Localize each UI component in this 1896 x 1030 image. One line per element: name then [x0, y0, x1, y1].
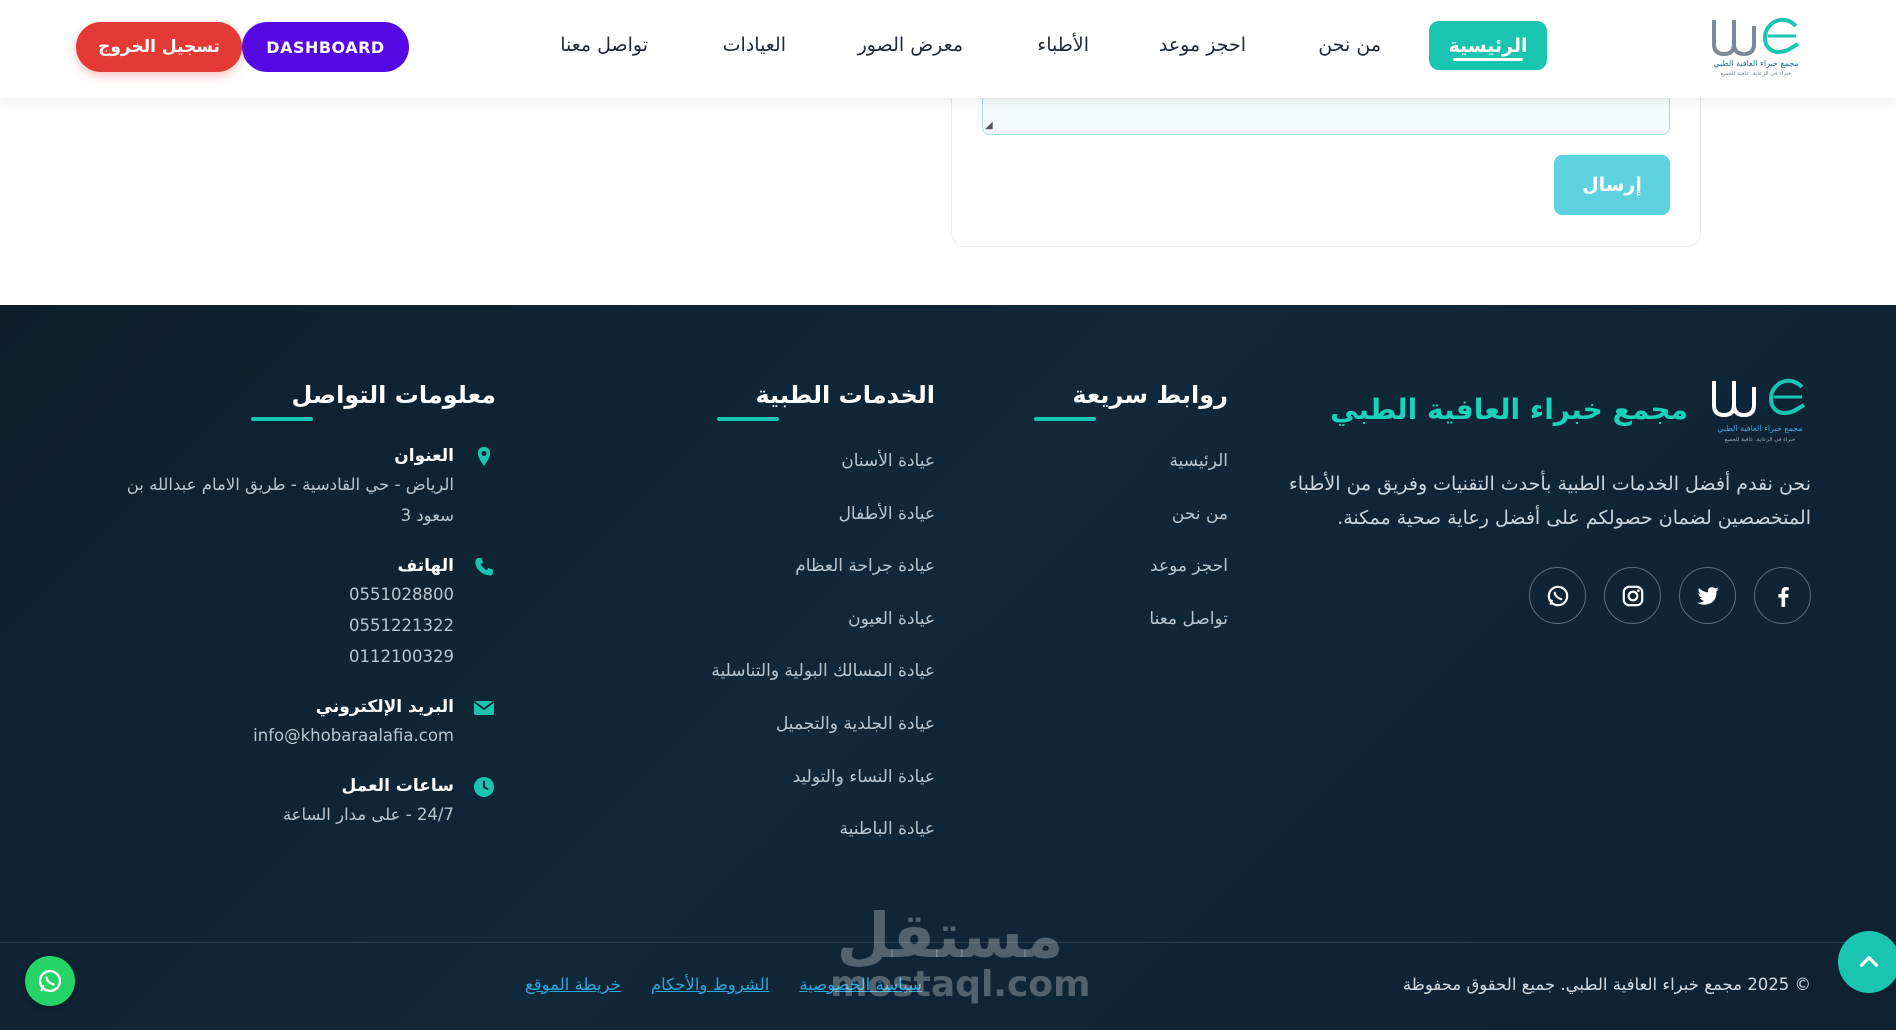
logo-tagline: خبراء في الرعاية، عافية للجميع — [1721, 71, 1792, 77]
contact-phone: الهاتف 0551028800 0551221322 0112100329 — [116, 553, 496, 672]
contact-email: البريد الإلكتروني info@khobaraalafia.com — [116, 694, 496, 751]
footer-link-booking[interactable]: احجز موعد — [1149, 553, 1228, 606]
phone-number[interactable]: 0551221322 — [116, 610, 454, 641]
footer-logo-name: مجمع خبراء العافية الطبي — [1717, 424, 1803, 433]
service-ophthalmology[interactable]: عيادة العيون — [711, 606, 935, 659]
quick-links-underline — [1034, 417, 1096, 421]
watermark: مستقل mostaql.com — [830, 899, 1091, 1005]
service-urology[interactable]: عيادة المسالك البولية والتناسلية — [711, 658, 935, 711]
hours-label: ساعات العمل — [341, 776, 454, 796]
email-value[interactable]: info@khobaraalafia.com — [116, 720, 454, 751]
footer-description: نحن نقدم أفضل الخدمات الطبية بأحدث التقن… — [1288, 473, 1811, 529]
nav-booking[interactable]: احجز موعد — [1159, 34, 1246, 56]
nav-home[interactable]: الرئيسية — [1429, 21, 1547, 70]
logo-name: مجمع خبراء العافية الطبي — [1713, 59, 1799, 68]
nav-doctors[interactable]: الأطباء — [1037, 34, 1089, 56]
whatsapp-icon[interactable] — [1529, 567, 1586, 624]
phone-number[interactable]: 0112100329 — [116, 641, 454, 672]
footer-logo[interactable]: مجمع خبراء العافية الطبي خبراء في الرعاي… — [1706, 375, 1814, 445]
watermark-arabic: مستقل — [836, 899, 1064, 972]
footer-link-about[interactable]: من نحن — [1149, 501, 1228, 554]
phone-icon — [475, 558, 493, 576]
service-dental[interactable]: عيادة الأسنان — [711, 448, 935, 501]
scroll-to-top-button[interactable] — [1838, 931, 1896, 993]
sitemap-link[interactable]: خريطة الموقع — [525, 975, 621, 994]
location-pin-icon — [478, 447, 490, 466]
services-underline — [717, 417, 779, 421]
nav-about[interactable]: من نحن — [1318, 34, 1381, 56]
submit-button[interactable]: إرسال — [1554, 155, 1670, 215]
site-logo[interactable]: مجمع خبراء العافية الطبي خبراء في الرعاي… — [1706, 14, 1806, 80]
twitter-icon[interactable] — [1679, 567, 1736, 624]
contact-info-title: معلومات التواصل — [291, 381, 496, 409]
service-internal-medicine[interactable]: عيادة الباطنية — [711, 816, 935, 869]
footer-link-contact[interactable]: تواصل معنا — [1149, 606, 1228, 659]
footer-logo-tagline: خبراء في الرعاية، عافية للجميع — [1725, 437, 1796, 443]
watermark-latin: mostaql.com — [830, 964, 1091, 1005]
instagram-icon[interactable] — [1604, 567, 1661, 624]
nav-clinics[interactable]: العيادات — [723, 34, 786, 56]
contact-info-underline — [251, 417, 313, 421]
footer-link-home[interactable]: الرئيسية — [1149, 448, 1228, 501]
logout-button[interactable]: تسجيل الخروج — [76, 22, 242, 72]
hours-value: 24/7 - على مدار الساعة — [282, 805, 454, 824]
envelope-icon — [473, 701, 495, 715]
address-value: الرياض - حي القادسية - طريق الامام عبدال… — [126, 475, 454, 525]
resize-handle-icon[interactable]: ◢ — [985, 120, 993, 131]
service-dermatology[interactable]: عيادة الجلدية والتجميل — [711, 711, 935, 764]
services-list: عيادة الأسنان عيادة الأطفال عيادة جراحة … — [711, 448, 935, 869]
nav-gallery[interactable]: معرض الصور — [858, 34, 963, 56]
dashboard-button[interactable]: DASHBOARD — [242, 22, 409, 72]
chevron-up-icon — [1859, 956, 1879, 967]
footer-brand-name: مجمع خبراء العافية الطبي — [1330, 393, 1688, 426]
whatsapp-icon — [38, 969, 62, 993]
services-title: الخدمات الطبية — [755, 381, 935, 409]
terms-link[interactable]: الشروط والأحكام — [651, 975, 769, 994]
phone-number[interactable]: 0551028800 — [116, 579, 454, 610]
address-label: العنوان — [394, 446, 454, 466]
top-navbar: مجمع خبراء العافية الطبي خبراء في الرعاي… — [0, 0, 1896, 98]
clock-icon — [474, 777, 494, 797]
contact-hours: ساعات العمل 24/7 - على مدار الساعة — [116, 773, 496, 830]
service-gynecology[interactable]: عيادة النساء والتوليد — [711, 764, 935, 817]
service-pediatrics[interactable]: عيادة الأطفال — [711, 501, 935, 554]
copyright-text: © 2025 مجمع خبراء العافية الطبي. جميع ال… — [1402, 975, 1811, 994]
quick-links-title: روابط سريعة — [1072, 381, 1228, 409]
contact-info: العنوان الرياض - حي القادسية - طريق الام… — [116, 443, 496, 852]
nav-contact[interactable]: تواصل معنا — [560, 34, 648, 56]
contact-address: العنوان الرياض - حي القادسية - طريق الام… — [116, 443, 496, 531]
quick-links-list: الرئيسية من نحن احجز موعد تواصل معنا — [1149, 448, 1228, 658]
social-links — [1529, 567, 1811, 624]
service-orthopedics[interactable]: عيادة جراحة العظام — [711, 553, 935, 606]
phone-label: الهاتف — [397, 556, 454, 576]
whatsapp-float-button[interactable] — [25, 956, 75, 1006]
email-label: البريد الإلكتروني — [315, 697, 454, 717]
facebook-icon[interactable] — [1754, 567, 1811, 624]
